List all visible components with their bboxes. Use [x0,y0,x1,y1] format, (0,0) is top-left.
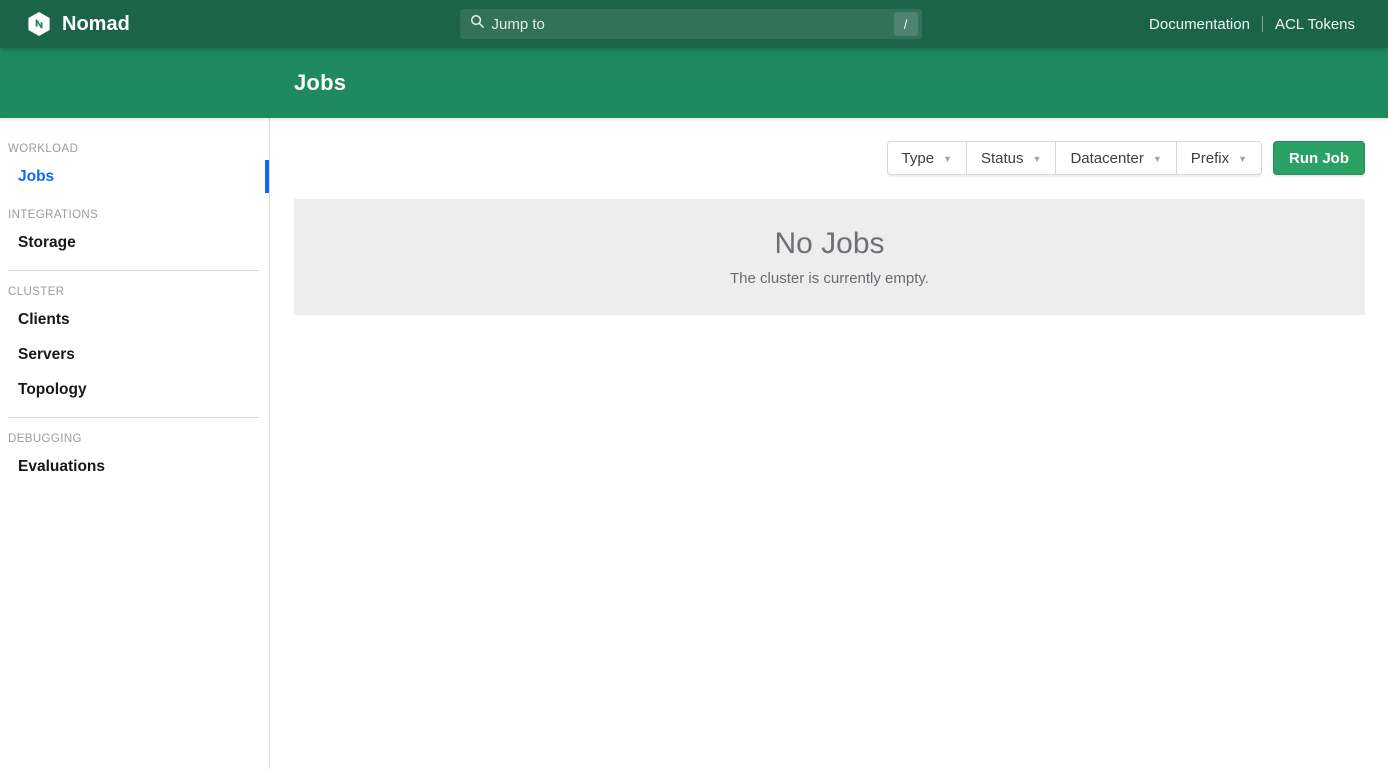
links-divider [1262,16,1263,32]
active-indicator [265,160,269,193]
layout-row: WORKLOAD Jobs INTEGRATIONS Storage CLUST… [0,118,1388,769]
chevron-down-icon: ▼ [1238,154,1247,164]
chevron-down-icon: ▼ [943,154,952,164]
nomad-logo-icon [26,11,52,37]
documentation-link[interactable]: Documentation [1149,16,1250,33]
acl-tokens-link[interactable]: ACL Tokens [1275,16,1355,33]
chevron-down-icon: ▼ [1033,154,1042,164]
main-content: Type ▼ Status ▼ Datacenter ▼ Prefix ▼ Ru… [270,118,1388,769]
sidebar-item-clients[interactable]: Clients [0,302,269,337]
sidebar-section-cluster: CLUSTER [8,282,261,302]
type-filter-dropdown[interactable]: Type ▼ [888,142,967,174]
sidebar-item-label: Topology [18,381,87,399]
search-box[interactable]: / [460,9,922,39]
status-filter-dropdown[interactable]: Status ▼ [967,142,1056,174]
sidebar-item-topology[interactable]: Topology [0,372,269,407]
sidebar-item-servers[interactable]: Servers [0,337,269,372]
empty-state-title: No Jobs [774,227,884,261]
nomad-home-link[interactable]: Nomad [26,11,130,37]
filter-label: Type [902,150,935,167]
sidebar-divider [8,417,259,418]
page-title: Jobs [294,70,346,96]
brand-name: Nomad [62,13,130,36]
search-input[interactable] [492,16,894,33]
sidebar-divider [8,270,259,271]
sidebar-item-storage[interactable]: Storage [0,225,269,260]
filter-label: Prefix [1191,150,1229,167]
slash-shortcut-badge: / [894,12,918,36]
jump-to-search: / [460,9,922,39]
jobs-toolbar: Type ▼ Status ▼ Datacenter ▼ Prefix ▼ Ru… [270,141,1365,175]
sidebar-section-integrations: INTEGRATIONS [8,205,261,225]
sidebar-item-label: Evaluations [18,458,105,476]
sidebar: WORKLOAD Jobs INTEGRATIONS Storage CLUST… [0,118,270,769]
empty-state-panel: No Jobs The cluster is currently empty. [294,199,1365,315]
chevron-down-icon: ▼ [1153,154,1162,164]
filter-group: Type ▼ Status ▼ Datacenter ▼ Prefix ▼ [887,141,1262,175]
search-icon [470,14,485,34]
sidebar-section-workload: WORKLOAD [8,139,261,159]
brand-zone: Nomad [0,11,460,37]
filter-label: Status [981,150,1024,167]
datacenter-filter-dropdown[interactable]: Datacenter ▼ [1056,142,1176,174]
sidebar-item-label: Jobs [18,168,54,186]
empty-state-message: The cluster is currently empty. [730,270,929,287]
prefix-filter-dropdown[interactable]: Prefix ▼ [1177,142,1261,174]
sidebar-item-label: Clients [18,311,70,329]
filter-label: Datacenter [1070,150,1143,167]
sidebar-item-label: Servers [18,346,75,364]
sidebar-section-debugging: DEBUGGING [8,429,261,449]
sidebar-item-evaluations[interactable]: Evaluations [0,449,269,484]
run-job-button[interactable]: Run Job [1273,141,1365,175]
sidebar-item-jobs[interactable]: Jobs [0,159,269,194]
top-nav-links: Documentation ACL Tokens [922,16,1388,33]
top-nav-bar: Nomad / Documentation ACL Tokens [0,0,1388,48]
sidebar-item-label: Storage [18,234,76,252]
page-header: Jobs [0,48,1388,118]
